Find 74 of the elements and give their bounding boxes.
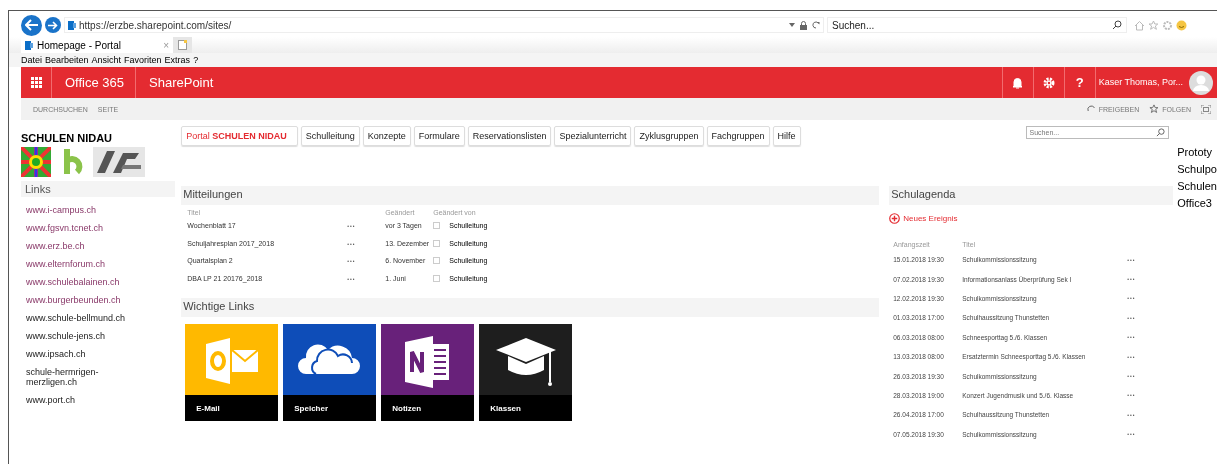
forward-button[interactable] [45,17,61,33]
site-link[interactable]: www.fgsvn.tcnet.ch [21,219,141,237]
search-field[interactable]: Suchen... [827,17,1127,33]
row-checkbox[interactable] [433,257,441,265]
section-header: Links [21,181,176,197]
menu-item[interactable]: Datei [21,55,42,65]
menu-item[interactable]: Bearbeiten [45,55,89,65]
star-icon [1149,104,1160,114]
avatar-icon[interactable] [1189,70,1213,95]
nav-tab[interactable]: Hilfe [772,126,801,146]
menu-item[interactable]: Ansicht [91,55,122,65]
focus-icon[interactable] [1201,104,1211,114]
site-link[interactable]: schule-hermrigen-merzligen.ch [21,363,141,391]
site-link[interactable]: www.schule-jens.ch [21,327,141,345]
note-text: Prototy [1177,146,1214,158]
section-header: Schulagenda [889,186,1174,205]
menu-item[interactable]: Extras [164,55,191,65]
tab-title: Homepage - Portal [37,39,121,51]
share-icon [1086,104,1096,114]
nav-tab[interactable]: Zyklusgruppen [634,126,704,146]
school-logo-icon [21,147,51,177]
menu-item[interactable]: Favoriten [124,55,162,65]
star-icon[interactable] [1148,19,1159,31]
refresh-icon[interactable] [812,21,820,29]
search-icon[interactable] [1112,20,1122,30]
site-link[interactable]: www.schulebalainen.ch [21,273,141,291]
mail-icon [203,336,260,386]
note-text: Office3 [1177,197,1213,209]
site-title: SCHULEN NIDAU [21,132,114,144]
note-text: Schulen [1177,180,1217,192]
smiley-icon[interactable] [1176,19,1187,31]
site-link[interactable]: www.ipsach.ch [21,345,141,363]
nav-tab[interactable]: Formulare [413,126,465,146]
section-header: Wichtige Links [181,298,880,317]
dropdown-icon[interactable] [789,23,795,27]
nav-tab[interactable]: Konzepte [362,126,411,146]
row-checkbox[interactable] [433,274,441,282]
search-icon[interactable] [1155,128,1165,137]
new-tab-icon [178,40,187,50]
app-tile[interactable]: E-Mail [185,324,279,421]
waffle-icon [30,77,42,88]
nav-tab[interactable]: Fachgruppen [706,126,770,146]
section-header: Mitteilungen [181,186,880,205]
site-link[interactable]: www.schule-bellmund.ch [21,309,141,327]
menu-item[interactable]: ? [193,55,199,65]
row-checkbox[interactable] [433,222,441,230]
site-link[interactable]: www.port.ch [21,391,141,409]
row-checkbox[interactable] [433,239,441,247]
forward-arrow-icon [48,20,58,30]
lock-icon [800,20,807,30]
app-tile[interactable]: Notizen [381,324,475,421]
note-text: Schulpo [1177,163,1217,175]
nav-tab[interactable]: Reservationslisten [467,126,552,146]
site-icon [68,20,76,30]
plus-icon [889,213,901,224]
bell-icon [1012,76,1024,89]
site-icon [25,40,33,50]
nav-tab[interactable]: Portal SCHULEN NIDAU [181,126,298,146]
site-link[interactable]: www.burgerbeunden.ch [21,291,141,309]
back-button[interactable] [21,14,42,36]
browser-tab[interactable]: Homepage - Portal × [21,37,173,53]
app-tile[interactable]: Speicher [283,324,377,421]
nav-tab[interactable]: Schulleitung [300,126,360,146]
site-link[interactable]: www.erz.be.ch [21,237,141,255]
new-tab-button[interactable] [173,37,192,53]
nav-tab[interactable]: Spezialunterricht [554,126,632,146]
address-field[interactable]: https://erzbe.sharepoint.com/sites/ [64,17,824,33]
back-arrow-icon [24,19,39,31]
sign-logo-icon [93,147,145,177]
app-name[interactable]: SharePoint [136,67,225,98]
app-tile[interactable]: Klassen [479,324,573,421]
site-link[interactable]: www.elternforum.ch [21,255,141,273]
site-link[interactable]: www.i-campus.ch [21,201,141,219]
new-event-link[interactable]: Neues Ereignis [889,213,1174,224]
